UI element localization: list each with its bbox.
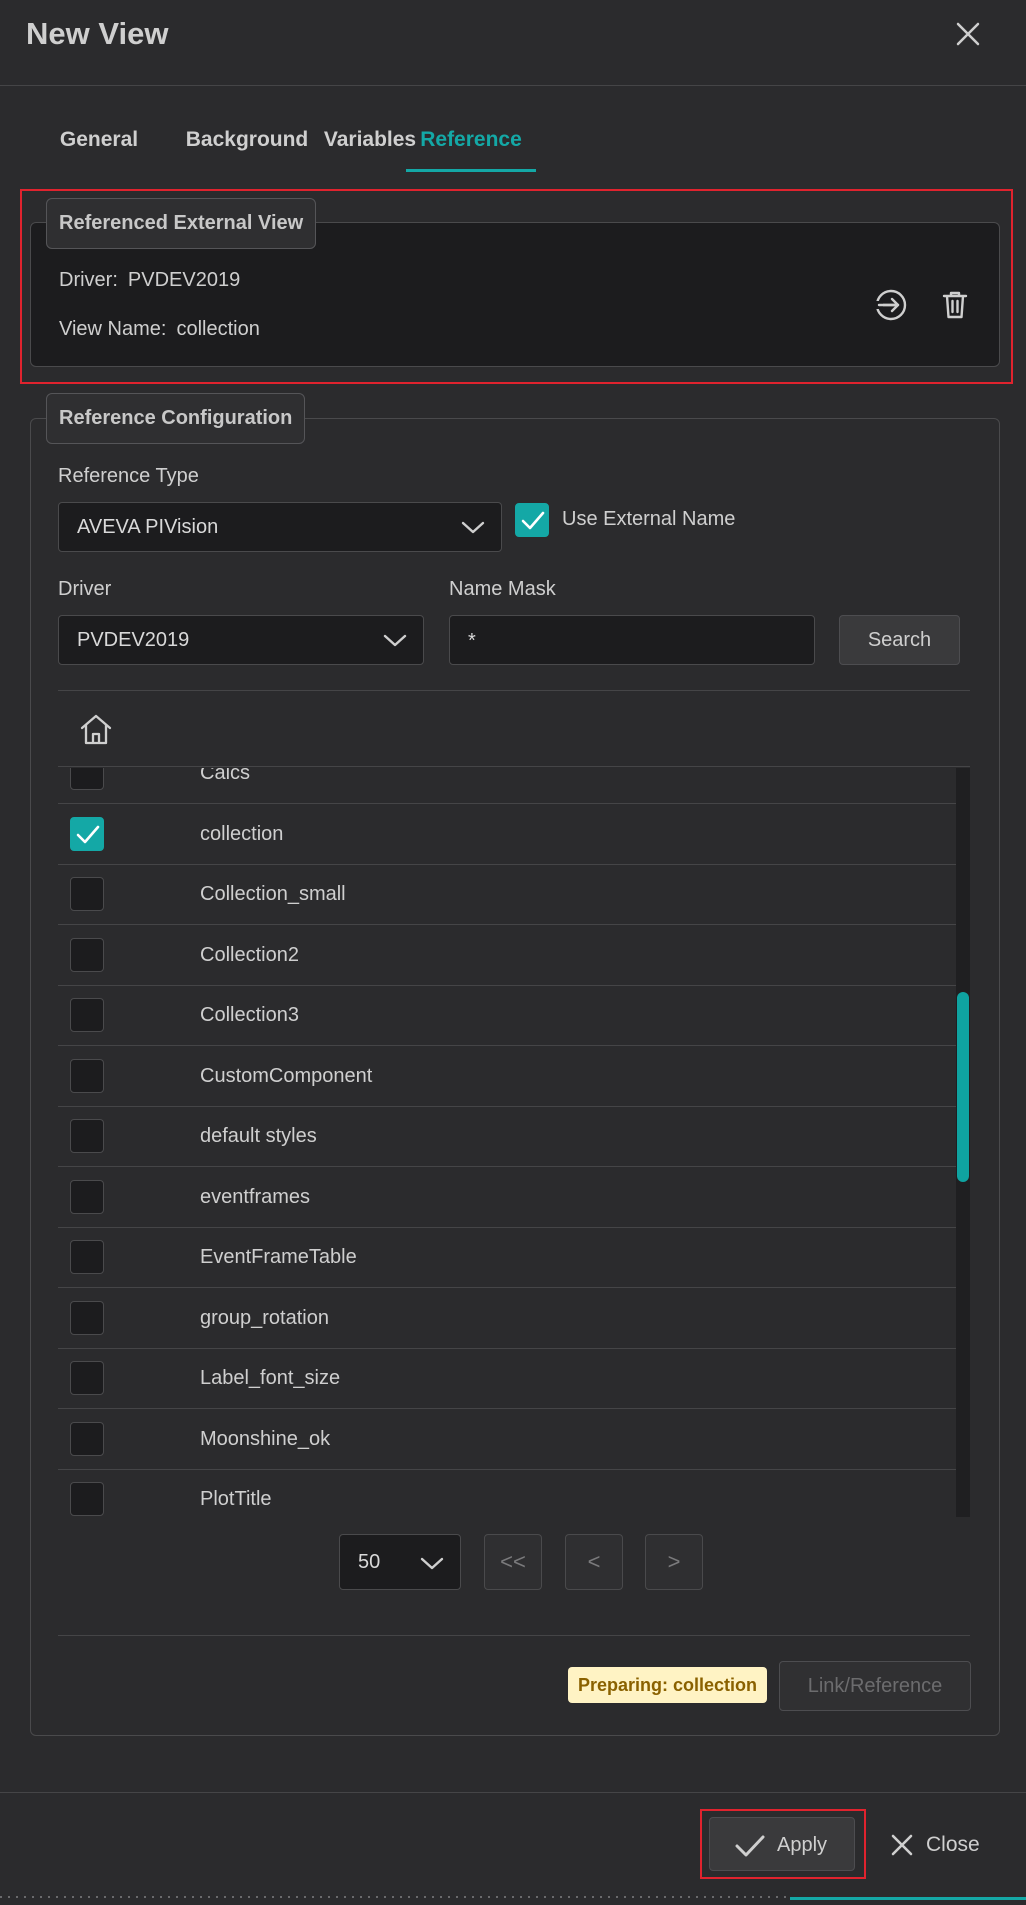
close-label: Close: [926, 1833, 980, 1856]
ext-driver-label: Driver:: [59, 269, 118, 291]
page-size-value: 50: [358, 1551, 381, 1573]
list-item[interactable]: Calcs: [58, 768, 956, 804]
list-toolbar: [58, 691, 970, 767]
reference-type-select[interactable]: AVEVA PIVision: [58, 502, 502, 552]
list-item-name: Collection_small: [200, 883, 346, 905]
list-item-checkbox[interactable]: [70, 998, 104, 1032]
use-external-name-label: Use External Name: [562, 508, 736, 530]
list-item-checkbox[interactable]: [70, 877, 104, 911]
list-item-checkbox[interactable]: [70, 1300, 104, 1335]
list-item-name: Collection3: [200, 1004, 299, 1026]
chevron-down-icon: [383, 630, 407, 650]
next-page-button[interactable]: >: [645, 1534, 703, 1590]
search-button[interactable]: Search: [839, 615, 960, 665]
list-item[interactable]: collection: [58, 805, 956, 865]
new-view-dialog: New View General Background Variables Re…: [0, 0, 1026, 1905]
taskbar-dots: [0, 1896, 790, 1898]
reference-type-value: AVEVA PIVision: [77, 516, 219, 538]
list-item-checkbox[interactable]: [70, 1058, 104, 1093]
list-item-name: PlotTitle: [200, 1488, 272, 1510]
list-item-checkbox[interactable]: [70, 768, 104, 790]
ext-driver-row: Driver: PVDEV2019: [59, 269, 240, 292]
list-rows: Calcs collection Collection_small Collectio…: [58, 768, 956, 1517]
list-item-name: CustomComponent: [200, 1064, 373, 1087]
ext-view-name-label: View Name:: [59, 318, 167, 340]
link-reference-button[interactable]: Link/Reference: [779, 1661, 971, 1711]
list-item-checkbox[interactable]: [70, 937, 104, 972]
list-item-name: Collection2: [200, 943, 299, 966]
close-icon: [890, 1833, 914, 1862]
list-item[interactable]: Collection3: [58, 986, 956, 1046]
driver-label: Driver: [58, 578, 112, 600]
list-item-checkbox[interactable]: [70, 1240, 104, 1274]
dialog-header: New View: [0, 0, 1026, 86]
list-item-name: default styles: [200, 1125, 317, 1147]
list-item-name: group_rotation: [200, 1306, 329, 1329]
list-scrollbar[interactable]: [956, 768, 970, 1517]
reference-type-label: Reference Type: [58, 465, 199, 487]
tab-general[interactable]: General: [44, 110, 154, 172]
list-item[interactable]: default styles: [58, 1107, 956, 1167]
prev-page-button[interactable]: <: [565, 1534, 623, 1590]
chevron-down-icon: [420, 1553, 444, 1573]
list-item-name: collection: [200, 822, 284, 845]
list-item-checkbox[interactable]: [70, 816, 104, 851]
driver-select[interactable]: PVDEV2019: [58, 615, 424, 665]
apply-button[interactable]: Apply: [709, 1817, 855, 1871]
list-item[interactable]: Label_font_size: [58, 1349, 956, 1409]
list-item-name: EventFrameTable: [200, 1246, 357, 1268]
list-item[interactable]: group_rotation: [58, 1289, 956, 1349]
referenced-external-view-legend: Referenced External View: [46, 198, 317, 249]
list-item[interactable]: EventFrameTable: [58, 1228, 956, 1288]
list-item-name: Moonshine_ok: [200, 1427, 331, 1450]
check-icon: [734, 1834, 766, 1864]
list-item[interactable]: Moonshine_ok: [58, 1410, 956, 1470]
list-item-checkbox[interactable]: [70, 1179, 104, 1214]
trash-icon[interactable]: [935, 285, 975, 325]
list-item-name: eventframes: [200, 1185, 311, 1208]
close-icon[interactable]: [952, 18, 984, 50]
list-item[interactable]: Collection_small: [58, 865, 956, 925]
list-item-name: Calcs: [200, 768, 251, 784]
close-button[interactable]: Close: [888, 1817, 1000, 1871]
home-icon[interactable]: [76, 709, 116, 749]
list-item-checkbox[interactable]: [70, 1361, 104, 1395]
use-external-name-checkbox[interactable]: [515, 503, 549, 537]
list-item-checkbox[interactable]: [70, 1482, 104, 1516]
list-item-checkbox[interactable]: [70, 1119, 104, 1153]
dialog-footer: Apply Close: [0, 1792, 1026, 1905]
list-item[interactable]: PlotTitle: [58, 1470, 956, 1517]
tab-reference[interactable]: Reference: [406, 110, 536, 172]
dialog-title: New View: [26, 16, 169, 51]
ext-driver-value: PVDEV2019: [127, 269, 241, 291]
list-item[interactable]: eventframes: [58, 1168, 956, 1228]
chevron-down-icon: [461, 517, 485, 537]
apply-label: Apply: [777, 1834, 828, 1856]
ext-view-name-value: collection: [176, 318, 260, 340]
driver-value: PVDEV2019: [77, 629, 190, 651]
list-item[interactable]: Collection2: [58, 926, 956, 986]
page-size-select[interactable]: 50: [339, 1534, 461, 1590]
list-item[interactable]: CustomComponent: [58, 1047, 956, 1107]
taskbar-accent-line: [790, 1897, 1026, 1900]
name-mask-label: Name Mask: [449, 578, 556, 600]
first-page-button[interactable]: <<: [484, 1534, 542, 1590]
scrollbar-thumb[interactable]: [957, 992, 969, 1182]
sign-in-icon[interactable]: [871, 285, 911, 325]
name-mask-input[interactable]: *: [449, 615, 815, 665]
reference-configuration-legend: Reference Configuration: [46, 393, 306, 444]
list-item-checkbox[interactable]: [70, 1421, 104, 1456]
view-list: Calcs collection Collection_small Collectio…: [58, 690, 970, 1517]
status-badge: Preparing: collection: [568, 1667, 768, 1703]
list-item-name: Label_font_size: [200, 1367, 341, 1389]
ext-view-name-row: View Name: collection: [59, 318, 260, 341]
divider: [58, 1635, 970, 1636]
